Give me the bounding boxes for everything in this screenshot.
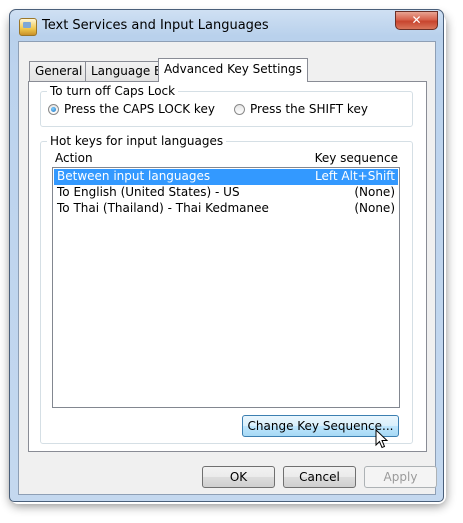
tab-advanced-key-settings[interactable]: Advanced Key Settings — [158, 58, 308, 82]
column-header-action: Action — [55, 151, 93, 165]
dialog-body: General Language Bar Advanced Key Settin… — [18, 41, 437, 495]
hotkeys-listbox[interactable]: Between input languages Left Alt+Shift T… — [52, 167, 400, 408]
window-title: Text Services and Input Languages — [42, 18, 269, 33]
tab-general[interactable]: General — [29, 61, 89, 81]
text-services-icon — [19, 18, 37, 36]
cancel-button[interactable]: Cancel — [283, 466, 356, 488]
ok-button[interactable]: OK — [202, 466, 275, 488]
radio-caps-lock-key[interactable]: Press the CAPS LOCK key — [48, 102, 215, 116]
caps-lock-group-label: To turn off Caps Lock — [47, 84, 179, 98]
list-item[interactable]: To English (United States) - US (None) — [54, 185, 398, 201]
radio-caps-lock-label: Press the CAPS LOCK key — [64, 102, 215, 116]
row-action: To Thai (Thailand) - Thai Kedmanee — [57, 201, 269, 215]
radio-checked-icon[interactable] — [48, 104, 59, 115]
list-item[interactable]: To Thai (Thailand) - Thai Kedmanee (None… — [54, 201, 398, 217]
row-sequence: (None) — [354, 201, 395, 215]
row-action: To English (United States) - US — [57, 185, 240, 199]
radio-shift-label: Press the SHIFT key — [250, 102, 368, 116]
hotkeys-group-label: Hot keys for input languages — [47, 134, 227, 148]
row-action: Between input languages — [57, 169, 211, 183]
apply-button[interactable]: Apply — [364, 466, 437, 488]
radio-shift-key[interactable]: Press the SHIFT key — [234, 102, 368, 116]
close-button[interactable]: ✕ — [395, 11, 438, 30]
mouse-pointer-icon — [375, 429, 389, 449]
radio-unchecked-icon[interactable] — [234, 104, 245, 115]
column-header-key-sequence: Key sequence — [314, 151, 398, 165]
title-bar[interactable]: Text Services and Input Languages ✕ — [10, 10, 443, 41]
tab-panel: To turn off Caps Lock Press the CAPS LOC… — [28, 81, 427, 452]
row-sequence: (None) — [354, 185, 395, 199]
list-item[interactable]: Between input languages Left Alt+Shift — [54, 169, 398, 185]
row-sequence: Left Alt+Shift — [315, 169, 395, 183]
caps-lock-group: To turn off Caps Lock Press the CAPS LOC… — [40, 84, 413, 127]
